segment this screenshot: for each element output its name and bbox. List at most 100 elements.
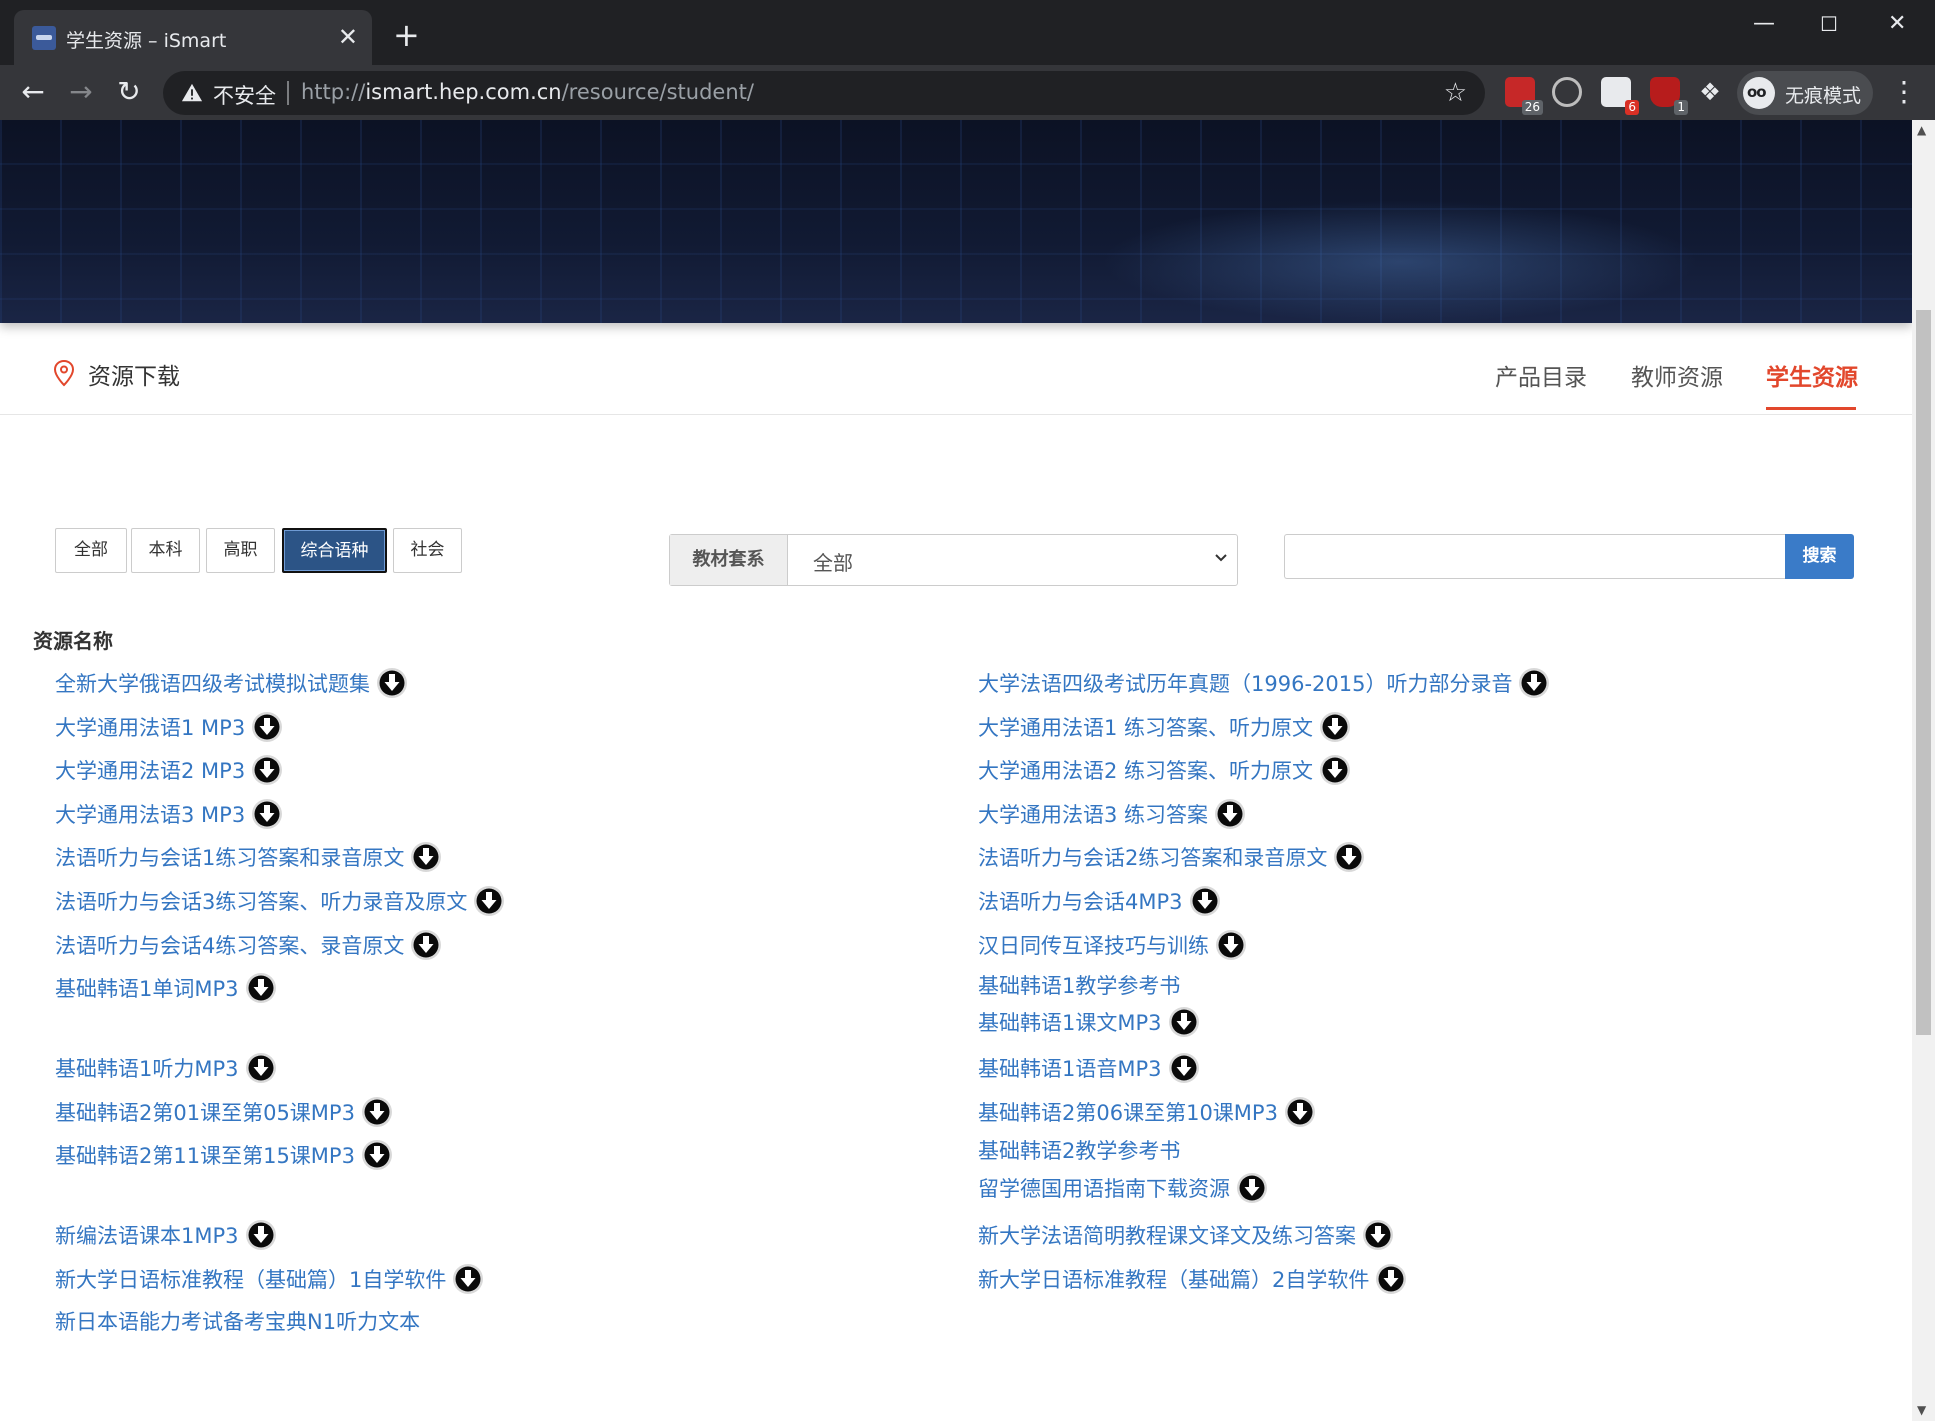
resource-link[interactable]: 新日本语能力考试备考宝典N1听力文本: [55, 1310, 420, 1334]
maximize-icon[interactable]: ☐: [1820, 10, 1838, 38]
resource-link[interactable]: 基础韩语2第01课至第05课MP3: [55, 1101, 355, 1125]
download-icon[interactable]: [1375, 1263, 1407, 1295]
resource-link[interactable]: 法语听力与会话4MP3: [978, 890, 1183, 914]
resource-link[interactable]: 法语听力与会话4练习答案、录音原文: [55, 934, 404, 958]
resource-link[interactable]: 全新大学俄语四级考试模拟试题集: [55, 672, 370, 696]
download-icon[interactable]: [361, 1096, 393, 1128]
resource-link[interactable]: 新大学日语标准教程（基础篇）2自学软件: [978, 1268, 1369, 1292]
ublock-extension-icon[interactable]: 1: [1650, 77, 1688, 115]
filter-all-button[interactable]: 全部: [55, 528, 127, 573]
download-icon[interactable]: [245, 1219, 277, 1251]
resource-item: 新日本语能力考试备考宝典N1听力文本: [55, 1307, 420, 1337]
resource-link[interactable]: 基础韩语1课文MP3: [978, 1011, 1162, 1035]
omnibox-divider: [287, 81, 289, 105]
tab-close-icon[interactable]: ✕: [338, 22, 358, 52]
resource-link[interactable]: 大学通用法语1 练习答案、听力原文: [978, 716, 1313, 740]
download-icon[interactable]: [251, 754, 283, 786]
sync-extension-icon[interactable]: [1552, 77, 1582, 107]
close-window-icon[interactable]: ✕: [1888, 10, 1906, 38]
scrollbar-thumb[interactable]: [1916, 310, 1931, 1035]
hero-banner: [0, 120, 1912, 323]
scroll-down-arrow-icon[interactable]: ▼: [1917, 1403, 1926, 1417]
download-icon[interactable]: [1333, 841, 1365, 873]
filter-undergraduate-button[interactable]: 本科: [131, 528, 200, 573]
nav-student-resources[interactable]: 学生资源: [1766, 358, 1858, 392]
filter-vocational-button[interactable]: 高职: [206, 528, 275, 573]
resource-link[interactable]: 新大学日语标准教程（基础篇）1自学软件: [55, 1268, 446, 1292]
resource-link[interactable]: 大学通用法语1 MP3: [55, 716, 245, 740]
download-icon[interactable]: [1518, 667, 1550, 699]
resource-link[interactable]: 留学德国用语指南下载资源: [978, 1177, 1230, 1201]
filter-society-button[interactable]: 社会: [393, 528, 462, 573]
search-input[interactable]: [1284, 534, 1786, 579]
download-icon[interactable]: [473, 885, 505, 917]
browser-menu-icon[interactable]: ⋮: [1890, 73, 1918, 111]
insecure-label[interactable]: 不安全: [213, 80, 276, 110]
resource-link[interactable]: 基础韩语1语音MP3: [978, 1057, 1162, 1081]
download-icon[interactable]: [1168, 1052, 1200, 1084]
download-icon[interactable]: [1168, 1006, 1200, 1038]
resource-link[interactable]: 大学通用法语2 MP3: [55, 759, 245, 783]
nav-teacher-resources[interactable]: 教师资源: [1631, 358, 1723, 392]
resource-item: 大学通用法语1 MP3: [55, 711, 283, 743]
extensions-puzzle-icon[interactable]: ❖: [1691, 73, 1729, 111]
download-icon[interactable]: [1319, 754, 1351, 786]
download-icon[interactable]: [452, 1263, 484, 1295]
calendar-extension-icon[interactable]: 26: [1505, 77, 1543, 115]
resource-link[interactable]: 法语听力与会话3练习答案、听力录音及原文: [55, 890, 467, 914]
resource-item: 全新大学俄语四级考试模拟试题集: [55, 667, 408, 699]
resource-link[interactable]: 基础韩语2教学参考书: [978, 1139, 1180, 1163]
new-tab-button[interactable]: +: [393, 19, 420, 51]
incognito-profile-button[interactable]: 无痕模式: [1737, 71, 1873, 115]
resource-link[interactable]: 基础韩语1单词MP3: [55, 977, 239, 1001]
download-icon[interactable]: [245, 1052, 277, 1084]
page-viewport: 资源下载 产品目录 教师资源 学生资源 全部 本科 高职 综合语种 社会 教材套…: [0, 120, 1912, 1421]
textbook-series-select[interactable]: 教材套系 全部: [669, 534, 1238, 586]
back-icon[interactable]: ←: [14, 73, 52, 111]
resource-link[interactable]: 汉日同传互译技巧与训练: [978, 934, 1209, 958]
section-title: 资源下载: [88, 364, 180, 390]
resource-link[interactable]: 法语听力与会话2练习答案和录音原文: [978, 846, 1327, 870]
resource-link[interactable]: 基础韩语1教学参考书: [978, 974, 1180, 998]
download-icon[interactable]: [245, 972, 277, 1004]
forward-icon[interactable]: →: [62, 73, 100, 111]
resource-link[interactable]: 大学通用法语3 练习答案: [978, 803, 1208, 827]
scroll-up-arrow-icon[interactable]: ▲: [1917, 123, 1926, 137]
browser-tab[interactable]: 学生资源 – iSmart ✕: [14, 10, 372, 66]
url-text[interactable]: http://ismart.hep.com.cn/resource/studen…: [301, 80, 754, 104]
chevron-down-icon[interactable]: [1213, 549, 1229, 565]
download-icon[interactable]: [1214, 798, 1246, 830]
download-icon[interactable]: [361, 1139, 393, 1171]
bookmark-star-icon[interactable]: ☆: [1444, 77, 1467, 109]
reload-icon[interactable]: ↻: [110, 73, 148, 111]
nav-product-catalog[interactable]: 产品目录: [1495, 358, 1587, 392]
download-icon[interactable]: [1236, 1172, 1268, 1204]
resource-link[interactable]: 新编法语课本1MP3: [55, 1224, 239, 1248]
address-bar[interactable]: 不安全 http://ismart.hep.com.cn/resource/st…: [163, 71, 1485, 115]
resource-item: 大学法语四级考试历年真题（1996-2015）听力部分录音: [978, 667, 1550, 699]
resource-link[interactable]: 法语听力与会话1练习答案和录音原文: [55, 846, 404, 870]
download-icon[interactable]: [1189, 885, 1221, 917]
vertical-scrollbar[interactable]: ▲ ▼: [1912, 120, 1935, 1421]
screen-extension-icon[interactable]: 6: [1601, 77, 1639, 115]
resource-link[interactable]: 大学法语四级考试历年真题（1996-2015）听力部分录音: [978, 672, 1512, 696]
download-icon[interactable]: [410, 929, 442, 961]
resource-link[interactable]: 大学通用法语3 MP3: [55, 803, 245, 827]
resource-link[interactable]: 基础韩语1听力MP3: [55, 1057, 239, 1081]
series-select-value[interactable]: 全部: [813, 547, 853, 576]
download-icon[interactable]: [376, 667, 408, 699]
download-icon[interactable]: [1284, 1096, 1316, 1128]
download-icon[interactable]: [1362, 1219, 1394, 1251]
download-icon[interactable]: [251, 711, 283, 743]
resource-link[interactable]: 大学通用法语2 练习答案、听力原文: [978, 759, 1313, 783]
download-icon[interactable]: [1319, 711, 1351, 743]
filter-multilingual-button[interactable]: 综合语种: [282, 528, 387, 573]
download-icon[interactable]: [251, 798, 283, 830]
search-button[interactable]: 搜索: [1785, 534, 1854, 579]
resource-link[interactable]: 新大学法语简明教程课文译文及练习答案: [978, 1224, 1356, 1248]
download-icon[interactable]: [1215, 929, 1247, 961]
download-icon[interactable]: [410, 841, 442, 873]
resource-link[interactable]: 基础韩语2第06课至第10课MP3: [978, 1101, 1278, 1125]
resource-link[interactable]: 基础韩语2第11课至第15课MP3: [55, 1144, 355, 1168]
minimize-icon[interactable]: —: [1753, 10, 1775, 38]
